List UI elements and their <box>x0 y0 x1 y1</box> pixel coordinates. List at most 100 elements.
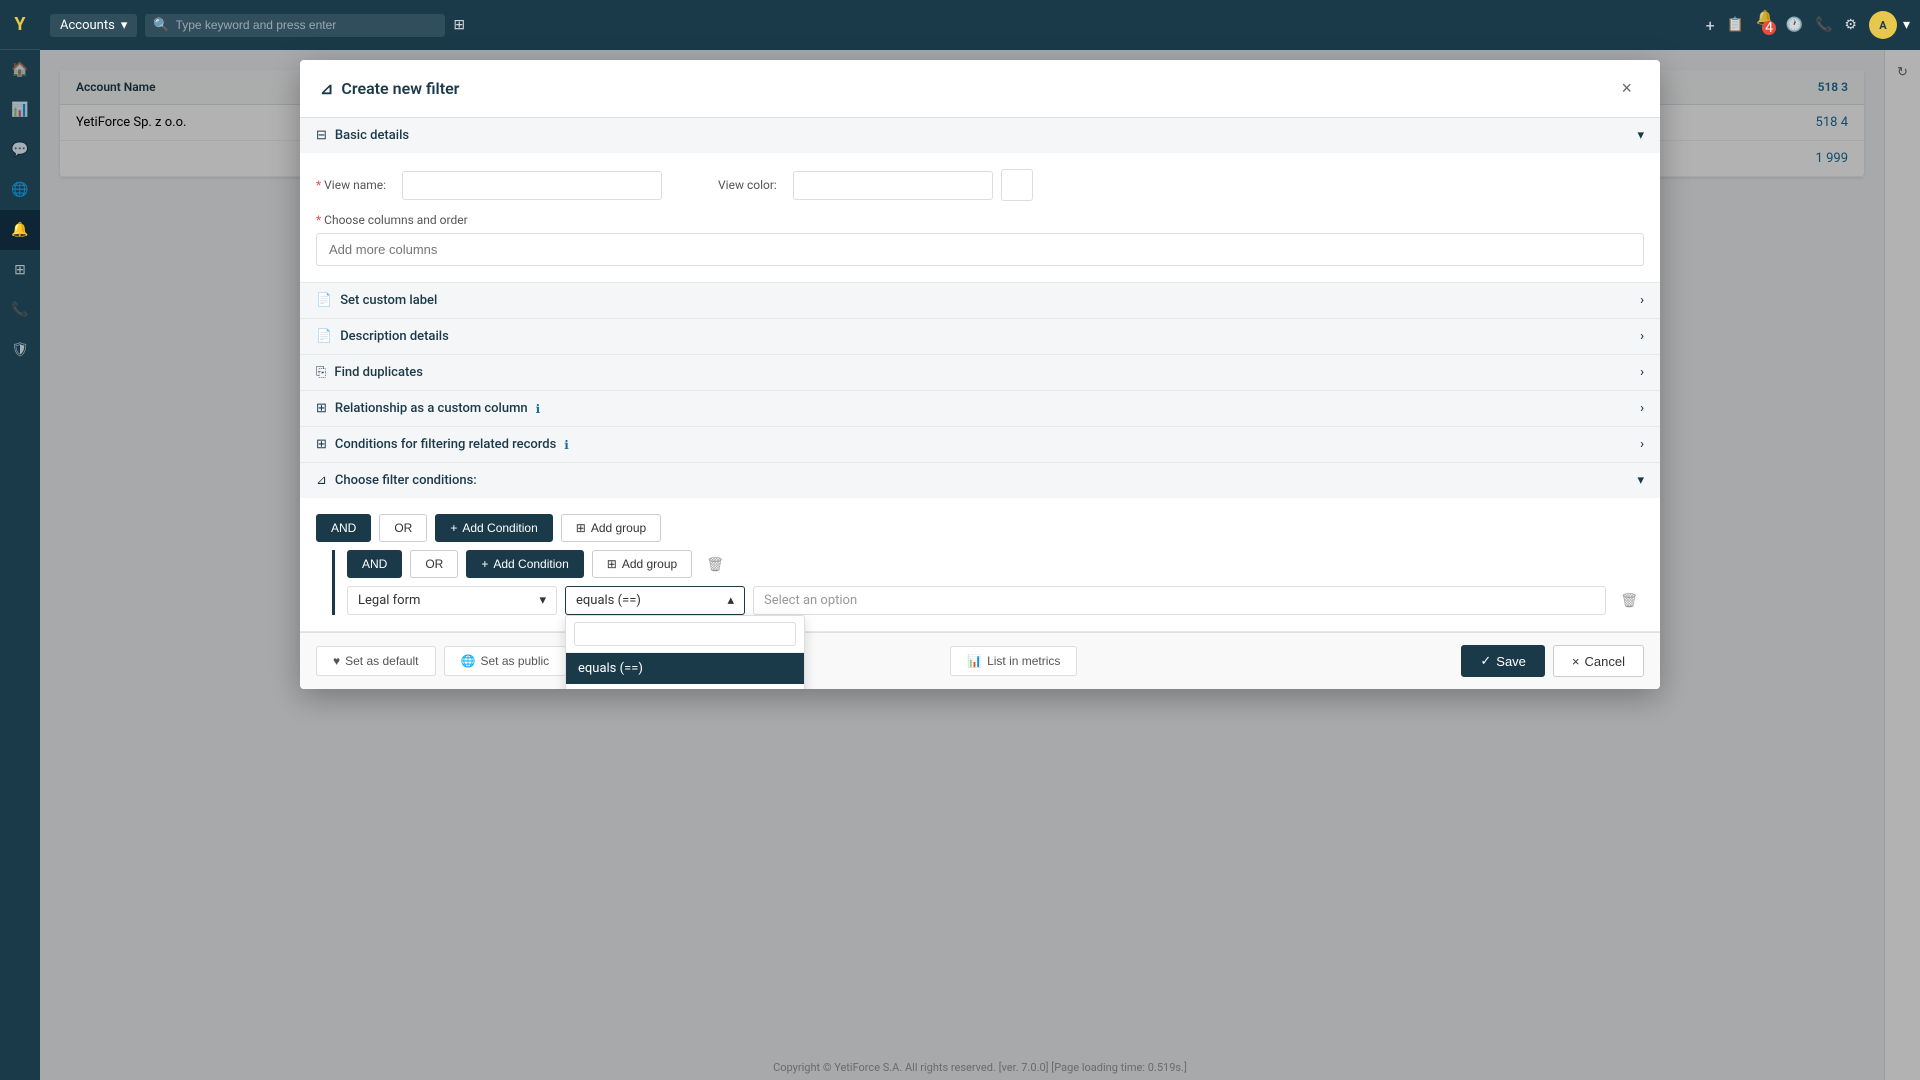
condition-delete-button[interactable]: 🗑 <box>1614 588 1644 613</box>
topbar-icons: + 📋 🔔 4 🕐 📞 ⚙ A ▾ <box>1706 10 1910 40</box>
inner-or-button[interactable]: OR <box>410 550 458 578</box>
chevron-right-icon: › <box>1640 365 1644 380</box>
operator-option-not-equal[interactable]: not equal to (!=) <box>566 684 804 689</box>
modal-body: ⊟ Basic details ▾ View name: View color: <box>300 118 1660 632</box>
condition-row: Legal form ▾ equals (==) ▴ <box>347 586 1644 615</box>
modal-close-button[interactable]: × <box>1613 74 1640 103</box>
search-input[interactable] <box>176 18 438 32</box>
set-custom-label-icon: 📄 <box>316 293 332 308</box>
field-selector[interactable]: Legal form ▾ <box>347 586 557 615</box>
table-icon[interactable]: 📋 <box>1727 17 1744 33</box>
sidebar-item-grid[interactable]: ⊞ <box>0 250 40 290</box>
value-selector[interactable]: Select an option <box>753 586 1606 615</box>
list-in-metrics-button[interactable]: 📊 List in metrics <box>950 646 1077 676</box>
view-name-label: View name: <box>316 178 386 192</box>
outer-or-button[interactable]: OR <box>379 514 427 542</box>
grid-view-icon[interactable]: ⊞ <box>453 17 465 33</box>
sidebar-item-shield[interactable]: 🛡 <box>0 330 40 370</box>
operator-search-container <box>566 616 804 653</box>
times-icon: × <box>1572 654 1580 669</box>
add-icon[interactable]: + <box>1706 16 1715 35</box>
module-selector[interactable]: Accounts ▾ <box>50 14 137 37</box>
globe-icon: 🌐 <box>461 654 476 668</box>
sidebar-item-phone[interactable]: 📞 <box>0 290 40 330</box>
topbar: Accounts ▾ 🔍 ⊞ + 📋 🔔 4 🕐 📞 ⚙ A ▾ <box>40 0 1920 50</box>
set-custom-label-section: 📄 Set custom label › <box>300 283 1660 319</box>
view-color-group <box>793 169 1033 201</box>
phone-icon[interactable]: 📞 <box>1815 17 1832 33</box>
find-duplicates-section: ⎘ Find duplicates › <box>300 355 1660 391</box>
sidebar-item-home[interactable]: 🏠 <box>0 50 40 90</box>
chevron-right-icon: › <box>1640 293 1644 308</box>
sidebar-item-comments[interactable]: 💬 <box>0 130 40 170</box>
description-details-section: 📄 Description details › <box>300 319 1660 355</box>
inner-filter-row: AND OR + Add Condition ⊞ Add group 🗑 <box>347 550 1644 578</box>
chevron-down-icon: ▾ <box>1903 17 1910 33</box>
inner-add-condition-button[interactable]: + Add Condition <box>466 550 583 578</box>
view-name-row: View name: View color: <box>316 169 1644 201</box>
modal-footer: ♥ Set as default 🌐 Set as public 📊 List … <box>300 632 1660 689</box>
filter-conditions-header[interactable]: ⊿ Choose filter conditions: ▾ <box>300 463 1660 498</box>
outer-filter-row: AND OR + Add Condition ⊞ Add group <box>316 514 1644 542</box>
metrics-icon: 📊 <box>967 654 982 668</box>
notification-badge: 4 <box>1762 21 1776 35</box>
description-details-header[interactable]: 📄 Description details › <box>300 319 1660 354</box>
chevron-down-icon: ▾ <box>1637 473 1644 488</box>
view-name-input[interactable] <box>402 171 662 200</box>
inner-add-group-button[interactable]: ⊞ Add group <box>592 550 692 578</box>
add-columns-input[interactable] <box>316 233 1644 266</box>
view-color-input[interactable] <box>793 171 993 200</box>
notification-icon[interactable]: 🔔 4 <box>1756 10 1773 40</box>
filter-conditions-section: ⊿ Choose filter conditions: ▾ AND OR + A… <box>300 463 1660 632</box>
chevron-right-icon: › <box>1640 437 1644 452</box>
outer-and-button[interactable]: AND <box>316 514 371 542</box>
color-swatch[interactable] <box>1001 169 1033 201</box>
find-duplicates-header[interactable]: ⎘ Find duplicates › <box>300 355 1660 390</box>
modal-overlay: ⊿ Create new filter × ⊟ Basic details ▾ … <box>40 50 1920 1080</box>
operator-option-equals[interactable]: equals (==) <box>566 653 804 684</box>
choose-columns-row: Choose columns and order <box>316 213 1644 266</box>
add-condition-inner-icon: + <box>481 557 488 571</box>
description-icon: 📄 <box>316 329 332 344</box>
relationship-section: ⊞ Relationship as a custom column ℹ › <box>300 391 1660 427</box>
inner-and-button[interactable]: AND <box>347 550 402 578</box>
save-button[interactable]: ✓ Save <box>1461 645 1545 677</box>
choose-columns-label: Choose columns and order <box>316 213 1644 227</box>
operator-dropdown-wrapper: equals (==) ▴ equals (==) not equal <box>565 586 745 615</box>
outer-add-condition-button[interactable]: + Add Condition <box>435 514 552 542</box>
user-menu[interactable]: A ▾ <box>1869 11 1910 39</box>
sidebar: Y 🏠 📊 💬 🌐 🔔 ⊞ 📞 🛡 <box>0 0 40 1080</box>
add-condition-icon: + <box>450 521 457 535</box>
app-logo[interactable]: Y <box>0 0 40 50</box>
create-filter-modal: ⊿ Create new filter × ⊟ Basic details ▾ … <box>300 60 1660 689</box>
chevron-right-icon: › <box>1640 401 1644 416</box>
filter-nested-group: AND OR + Add Condition ⊞ Add group 🗑 <box>332 550 1644 615</box>
outer-add-group-button[interactable]: ⊞ Add group <box>561 514 661 542</box>
operator-selector[interactable]: equals (==) ▴ <box>565 586 745 615</box>
add-group-inner-icon: ⊞ <box>607 557 617 571</box>
set-default-button[interactable]: ♥ Set as default <box>316 646 436 676</box>
inner-group-delete-button[interactable]: 🗑 <box>700 552 730 577</box>
check-icon: ✓ <box>1480 653 1491 669</box>
chevron-down-icon: ▾ <box>539 593 546 608</box>
settings-icon[interactable]: ⚙ <box>1844 17 1857 33</box>
cancel-button[interactable]: × Cancel <box>1553 645 1644 677</box>
set-custom-label-header[interactable]: 📄 Set custom label › <box>300 283 1660 318</box>
modal-footer-right: ✓ Save × Cancel <box>1461 645 1644 677</box>
operator-dropdown-menu: equals (==) not equal to (!=) is empty i… <box>565 615 805 689</box>
conditions-filtering-header[interactable]: ⊞ Conditions for filtering related recor… <box>300 427 1660 462</box>
view-color-label: View color: <box>718 178 777 192</box>
relationship-header[interactable]: ⊞ Relationship as a custom column ℹ › <box>300 391 1660 426</box>
sidebar-item-globe[interactable]: 🌐 <box>0 170 40 210</box>
set-public-button[interactable]: 🌐 Set as public <box>444 646 567 676</box>
basic-details-section: ⊟ Basic details ▾ View name: View color: <box>300 118 1660 283</box>
sidebar-item-bell[interactable]: 🔔 <box>0 210 40 250</box>
basic-details-header[interactable]: ⊟ Basic details ▾ <box>300 118 1660 153</box>
sidebar-item-chart[interactable]: 📊 <box>0 90 40 130</box>
conditions-icon: ⊞ <box>316 437 327 452</box>
heart-icon: ♥ <box>333 654 340 668</box>
search-bar[interactable]: 🔍 <box>145 14 445 37</box>
info-icon: ℹ <box>564 438 569 452</box>
history-icon[interactable]: 🕐 <box>1786 17 1803 33</box>
operator-search-input[interactable] <box>574 622 796 646</box>
